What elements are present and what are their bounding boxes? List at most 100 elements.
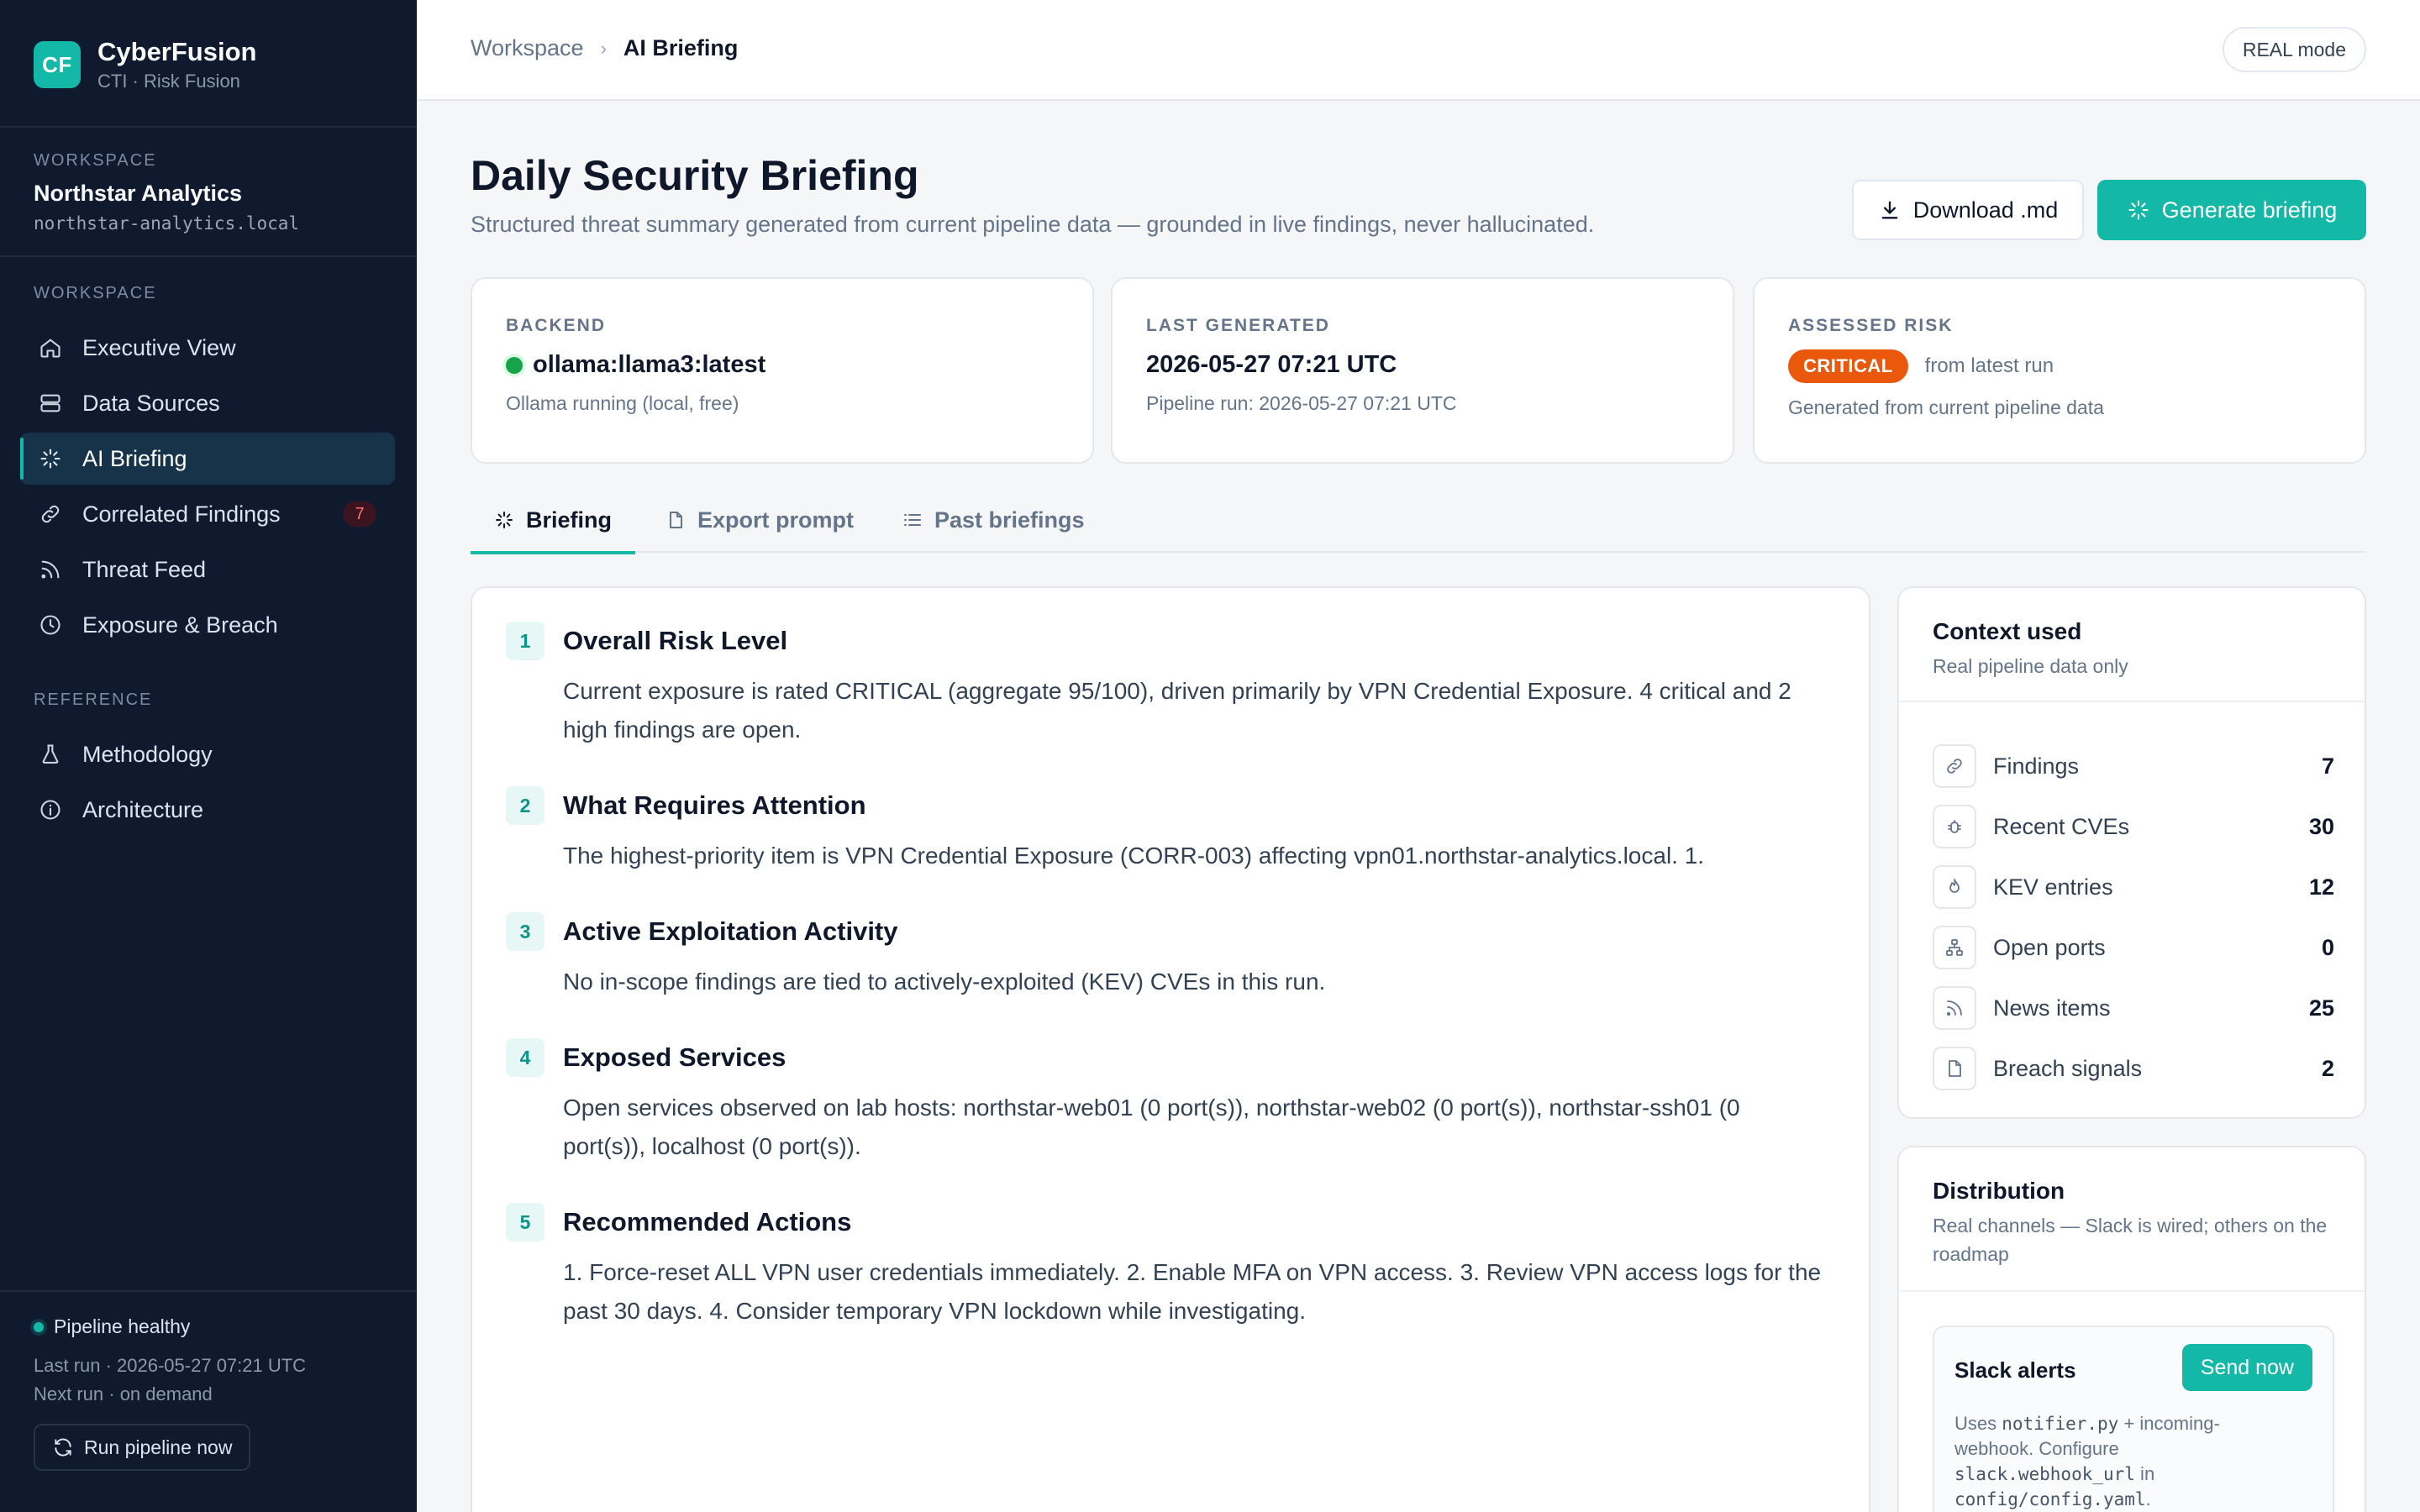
context-label: News items [1993,995,2111,1021]
flask-icon [37,741,64,768]
tab-label: Past briefings [934,507,1085,533]
slack-desc-text: Uses [1954,1413,2002,1434]
workspace-name: Northstar Analytics [34,181,243,206]
nav-item-architecture[interactable]: Architecture [20,784,395,836]
nav-item-threat-feed[interactable]: Threat Feed [20,543,395,596]
context-label: Open ports [1993,934,2106,960]
refresh-icon [52,1436,74,1458]
nav-item-label: Architecture [82,796,204,822]
context-value: 2 [2321,1055,2334,1081]
context-label: Recent CVEs [1993,813,2130,839]
risk-level-badge: CRITICAL [1788,349,1908,383]
file-icon [666,510,686,530]
divider [1899,1290,2365,1292]
next-run-text: Next run · on demand [34,1383,213,1404]
tab-export-prompt[interactable]: Export prompt [666,487,854,553]
home-icon [37,334,64,361]
pipeline-status: Pipeline healthy Last run · 2026-05-27 0… [34,1315,306,1471]
section-title: Recommended Actions [563,1207,852,1236]
slack-alerts-panel: Slack alerts Send now Uses notifier.py +… [1933,1326,2334,1512]
link-icon [1933,744,1976,788]
tab-label: Briefing [526,507,613,533]
context-list: Findings 7 Recent CVEs 30 KEV entries 12 [1933,736,2334,1099]
distribution-subtitle: Real channels — Slack is wired; others o… [1933,1215,2328,1265]
send-now-button[interactable]: Send now [2181,1344,2312,1391]
slack-desc-text: in [2134,1463,2155,1484]
findings-count-badge: 7 [343,501,376,527]
nav-item-exposure-breach[interactable]: Exposure & Breach [20,599,395,651]
list-icon [902,510,923,530]
reference-nav: REFERENCE Methodology Architecture [20,690,395,839]
generate-label: Generate briefing [2161,197,2338,223]
nav-item-label: Threat Feed [82,556,207,582]
clock-icon [37,612,64,638]
generate-briefing-button[interactable]: Generate briefing [2097,180,2366,240]
briefing-content: 1 Overall Risk Level Current exposure is… [471,586,1870,1512]
pipeline-status-text: Pipeline healthy [54,1315,191,1337]
run-pipeline-button[interactable]: Run pipeline now [34,1424,251,1471]
sidebar: CF CyberFusion CTI · Risk Fusion WORKSPA… [0,0,417,1512]
nav-item-ai-briefing[interactable]: AI Briefing [20,433,395,485]
section-title: Overall Risk Level [563,626,788,655]
context-label: Breach signals [1993,1055,2143,1081]
tab-past-briefings[interactable]: Past briefings [902,487,1085,553]
workspace-info: WORKSPACE Northstar Analytics northstar-… [34,151,299,234]
sparkle-icon [2127,198,2150,222]
workspace-domain: northstar-analytics.local [34,213,300,234]
last-generated-card: LAST GENERATED 2026-05-27 07:21 UTC Pipe… [1111,277,1734,464]
slack-title: Slack alerts [1954,1357,2076,1383]
nav-item-executive-view[interactable]: Executive View [20,322,395,374]
bug-icon [1933,805,1976,848]
mode-badge: REAL mode [2222,27,2366,72]
nav-item-data-sources[interactable]: Data Sources [20,377,395,429]
context-value: 25 [2308,995,2334,1021]
context-value: 0 [2321,934,2334,960]
context-row-findings: Findings 7 [1933,736,2334,796]
section-body: Current exposure is rated CRITICAL (aggr… [563,678,1791,743]
chevron-right-icon: › [600,37,607,59]
nav-item-label: AI Briefing [82,445,187,471]
sparkle-icon [494,510,514,530]
download-icon [1878,198,1902,222]
download-md-button[interactable]: Download .md [1852,180,2084,240]
info-icon [37,796,64,823]
context-row-open-ports: Open ports 0 [1933,917,2334,978]
briefing-section: 4 Exposed Services Open services observe… [506,1038,1825,1166]
backend-label: BACKEND [506,316,606,335]
slack-desc-text: . [2145,1488,2151,1509]
last-run-text: Last run · 2026-05-27 07:21 UTC [34,1355,307,1376]
tab-briefing[interactable]: Briefing [471,487,635,554]
page-title: Daily Security Briefing [471,152,919,199]
section-number: 3 [506,912,544,951]
nav-item-label: Correlated Findings [82,501,281,527]
context-used-card: Context used Real pipeline data only Fin… [1897,586,2366,1119]
context-row-recent-cves: Recent CVEs 30 [1933,796,2334,857]
nav-item-methodology[interactable]: Methodology [20,728,395,780]
app-name: CyberFusion [97,37,257,66]
distribution-card: Distribution Real channels — Slack is wi… [1897,1146,2366,1512]
last-generated-sub: Pipeline run: 2026-05-27 07:21 UTC [1146,392,1457,414]
link-icon [37,501,64,528]
context-value: 7 [2321,753,2334,779]
section-body: Open services observed on lab hosts: nor… [563,1095,1740,1159]
backend-card: BACKEND ollama:llama3:latest Ollama runn… [471,277,1094,464]
slack-code: config/config.yaml [1954,1489,2146,1509]
breadcrumb-workspace[interactable]: Workspace [471,35,584,61]
tab-label: Export prompt [697,507,854,533]
brand[interactable]: CF CyberFusion CTI · Risk Fusion [34,37,256,92]
nav-item-correlated-findings[interactable]: Correlated Findings 7 [20,488,395,540]
divider [1899,701,2365,702]
briefing-section: 3 Active Exploitation Activity No in-sco… [506,912,1825,1001]
nav-item-label: Executive View [82,334,236,360]
run-pipeline-label: Run pipeline now [84,1436,233,1458]
topbar: Workspace › AI Briefing REAL mode [417,0,2420,101]
sidebar-divider [0,1290,417,1292]
rss-icon [37,556,64,583]
assessed-risk-label: ASSESSED RISK [1788,316,1954,335]
context-title: Context used [1933,618,2082,644]
distribution-title: Distribution [1933,1178,2065,1204]
backend-sub: Ollama running (local, free) [506,392,739,414]
sparkle-icon [37,445,64,472]
flame-icon [1933,865,1976,909]
section-body: The highest-priority item is VPN Credent… [563,843,1705,869]
